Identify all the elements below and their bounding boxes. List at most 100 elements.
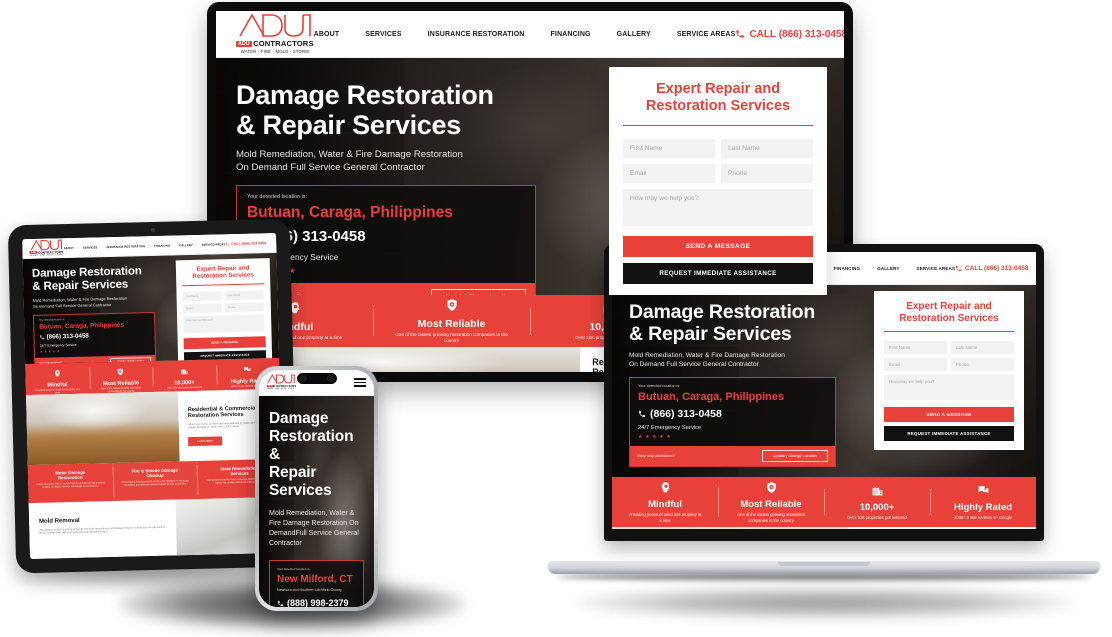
feature-col-highly-rated: Highly Rated 1000+ 5 star reviews on Goo… (930, 484, 1036, 520)
last-name-input[interactable]: Last Name (951, 341, 1014, 355)
location-phone-label: (866) 313-0458 (46, 332, 89, 342)
feature-text-highly-rated: 1000+ 5 star reviews on Google (954, 514, 1012, 520)
nav-link-insurance-restoration[interactable]: INSURANCE RESTORATION (106, 244, 145, 249)
tablet-screen: ADU CONTRACTORS WATER · FIRE · MOLD · ST… (22, 232, 284, 560)
services-cards: Water Damage Restoration A flood, burst … (27, 458, 283, 504)
email-input[interactable]: Email (623, 164, 715, 184)
message-input[interactable]: How may we help you? (884, 375, 1014, 401)
nav-link-gallery[interactable]: GALLERY (617, 31, 651, 38)
nav-call-button[interactable]: CALL (866) 313-0458 (955, 265, 1034, 272)
nav-link-gallery[interactable]: GALLERY (179, 242, 193, 246)
residential-section-tablet: Residential & Commercial Restoration Ser… (25, 388, 282, 466)
mold-copy: Mold Removal The experts at ADU are here… (29, 499, 178, 559)
nav-call-button[interactable]: CALL (866) 313-0458 (735, 29, 844, 40)
mold-text: The experts at ADU are here to handle th… (39, 525, 166, 536)
phone-camera-icon (326, 375, 334, 382)
adu-logo-icon (30, 239, 63, 251)
nav-link-about[interactable]: ABOUT (64, 245, 74, 249)
phone-input[interactable]: Phone (721, 164, 813, 184)
phone-icon (40, 335, 45, 340)
phone-icon (225, 242, 229, 246)
send-message-button[interactable]: SEND A MESSAGE (183, 336, 266, 350)
hero-title-line1: Damage Restoration (629, 301, 816, 323)
hero-title-line1: Damage (269, 410, 329, 427)
nav-link-about[interactable]: ABOUT (314, 31, 340, 38)
website-mobile: ADU CONTRACTORS WATER · FIRE · MOLD · ST… (259, 370, 374, 607)
hero-sub-line2: On Demand Full Service General Contracto… (629, 361, 759, 369)
feature-title-most-reliable: Most Reliable (740, 499, 802, 511)
hero-sub-line1: Mold Remediation, Water & Fire Damage Re… (236, 149, 463, 161)
location-city: Butuan, Caraga, Philippines (39, 322, 125, 332)
phone-input[interactable]: Phone (224, 302, 264, 313)
location-phone[interactable]: (888) 998-2379 (277, 598, 356, 607)
nav-link-insurance-restoration[interactable]: INSURANCE RESTORATION (428, 31, 525, 38)
nav-link-services[interactable]: SERVICES (83, 245, 98, 249)
responsive-mockup-scene: ADU CONTRACTORS WATER · FIRE · MOLD · ST… (0, 0, 1112, 637)
feature-text-mindful: Providing peace of mind one property at … (628, 512, 702, 523)
shield-badge-icon (117, 367, 124, 375)
service-card-fire[interactable]: Fire & Smoke Damage Cleanup Once propert… (112, 460, 198, 502)
location-eyebrow: Your detected location is: (277, 567, 311, 572)
change-location-button[interactable]: Update | Change Location (761, 450, 828, 463)
laptop-trackpad-notch (778, 562, 870, 566)
buildings-icon (181, 368, 188, 375)
phone-icon (639, 411, 646, 418)
contact-form-card: Expert Repair and Restoration Services F… (609, 67, 827, 295)
feature-text-most-reliable: One of the fastest growing restoration c… (395, 332, 508, 343)
email-input[interactable]: Email (884, 358, 947, 372)
reviews-icon (978, 486, 988, 494)
nav-link-service-areas[interactable]: SERVICE AREAS (917, 266, 955, 271)
request-assistance-button[interactable]: REQUEST IMMEDIATE ASSISTANCE (884, 426, 1014, 442)
location-phone[interactable]: (866) 313-0458 (638, 408, 827, 420)
detected-location-card-mobile: Your detected location is: New Milford, … (269, 560, 364, 607)
brand-logo[interactable]: ADU CONTRACTORS WATER · FIRE · MOLD · ST… (236, 13, 314, 54)
last-name-input[interactable]: Last Name (224, 290, 264, 301)
phone-icon (736, 30, 745, 38)
nav-link-service-areas[interactable]: SERVICE AREAS (677, 31, 736, 38)
change-location-button[interactable]: Update | Change Location (431, 289, 526, 295)
feature-col-most-reliable: Most Reliable One of the fastest growing… (718, 481, 824, 523)
laptop-base (548, 561, 1100, 574)
location-phone[interactable]: (866) 313-0458 (39, 332, 149, 342)
phone-dynamic-island (296, 373, 337, 384)
message-input[interactable]: How may we help you? (183, 314, 265, 334)
message-input[interactable]: How may we help you? (623, 189, 813, 227)
send-message-button[interactable]: SEND A MESSAGE (884, 407, 1014, 423)
phone-speaker-icon (299, 375, 307, 382)
nav-call-button[interactable]: CALL (866) 313-0458 (225, 241, 269, 246)
last-name-input[interactable]: Last Name (721, 139, 813, 159)
request-assistance-button[interactable]: REQUEST IMMEDIATE ASSISTANCE (623, 263, 813, 285)
brand-logo[interactable]: ADU CONTRACTORS WATER · FIRE · MOLD · ST… (29, 239, 64, 257)
form-title-line2: Restoration Services (899, 313, 999, 324)
nav-link-gallery[interactable]: GALLERY (877, 266, 899, 271)
feature-text-10000plus: Over 10K properties got restored (167, 385, 202, 390)
first-name-input[interactable]: First Name (182, 291, 222, 302)
email-input[interactable]: Email (182, 303, 222, 314)
nav-link-services[interactable]: SERVICES (365, 31, 401, 38)
buildings-icon (872, 486, 882, 496)
phone-icon (955, 265, 962, 271)
nav-link-service-areas[interactable]: SERVICE AREAS (202, 242, 226, 247)
nav-link-financing[interactable]: FINANCING (154, 243, 170, 247)
hero-section-mobile: Damage Restoration & Repair Services Mol… (259, 396, 374, 607)
first-name-input[interactable]: First Name (884, 341, 947, 355)
service-card-fire-text: Once property has experienced smoke or f… (121, 480, 189, 487)
hero-content-mobile: Damage Restoration & Repair Services Mol… (259, 396, 374, 607)
service-card-water[interactable]: Water Damage Restoration A flood, burst … (27, 463, 114, 504)
form-fields: First Name Last Name Email Phone How may… (182, 290, 265, 334)
website-tablet: ADU CONTRACTORS WATER · FIRE · MOLD · ST… (22, 232, 284, 560)
form-title-line2: Restoration Services (645, 98, 791, 115)
nav-link-financing[interactable]: FINANCING (834, 266, 860, 271)
hero-title-line2: & Repair Services (629, 323, 792, 346)
location-region: Newtown and Southern Litchfield County (277, 588, 342, 593)
detected-location-card: Your detected location is: Butuan, Carag… (629, 377, 836, 468)
adu-logo-icon (267, 374, 295, 384)
phone-input[interactable]: Phone (951, 358, 1014, 372)
hero-section-tablet: Damage Restoration & Repair Services Mol… (22, 252, 280, 365)
hamburger-menu-icon[interactable] (354, 378, 366, 387)
first-name-input[interactable]: First Name (623, 139, 715, 159)
residential-learn-more-button[interactable]: Learn More (188, 436, 223, 447)
logo-tagline: WATER · FIRE · MOLD · STORM (267, 388, 295, 391)
nav-link-financing[interactable]: FINANCING (550, 31, 590, 38)
send-message-button[interactable]: SEND A MESSAGE (623, 236, 813, 258)
